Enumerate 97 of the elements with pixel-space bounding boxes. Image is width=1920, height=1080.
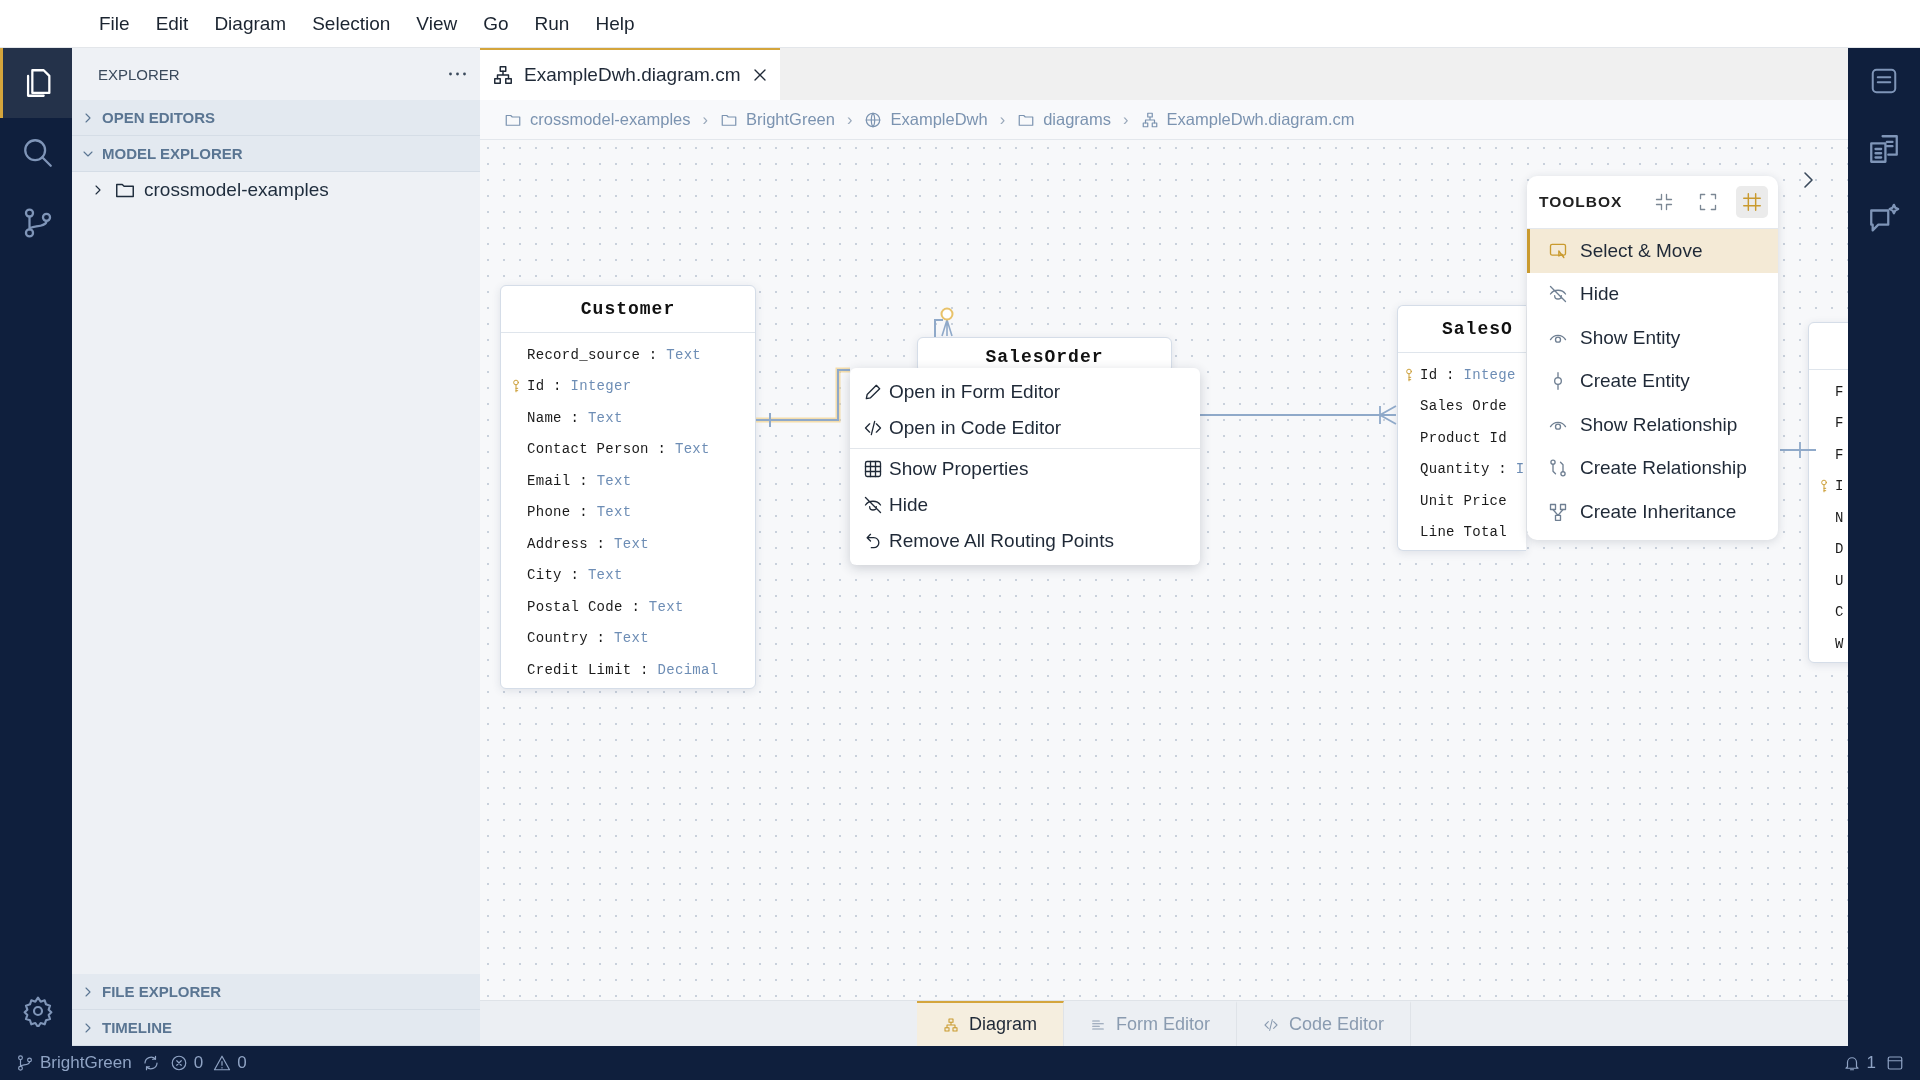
entity-attribute: F [1835, 383, 1844, 400]
error-count[interactable]: 0 [193, 1053, 204, 1073]
entity-attribute: Product Id [1420, 429, 1507, 446]
code-icon [1263, 1016, 1279, 1033]
entity-attribute: F [1835, 446, 1844, 463]
tool-item[interactable]: Hide [1527, 272, 1778, 316]
entity-attribute: Contact Person : Text [527, 441, 710, 458]
section-header[interactable]: OPEN EDITORS [72, 100, 480, 136]
grid-icon [1741, 191, 1763, 213]
connector-line [1780, 440, 1816, 460]
menu-item[interactable]: Show Properties [850, 451, 1200, 487]
code-icon [863, 418, 883, 438]
menu-item[interactable]: Open in Form Editor [850, 374, 1200, 410]
entity-attribute: I [1835, 478, 1844, 495]
collapse-icon [1654, 192, 1674, 212]
entity-attribute: Postal Code : Text [527, 598, 684, 615]
menu-item[interactable]: Edit [142, 8, 202, 39]
bell-icon [1842, 1054, 1861, 1072]
fork-icon [1548, 501, 1568, 522]
documents-icon [1867, 132, 1901, 166]
toolbox-title: TOOLBOX [1539, 193, 1624, 211]
breadcrumb-separator: › [845, 110, 854, 129]
branch-name[interactable]: BrightGreen [40, 1053, 132, 1073]
tool-item[interactable]: Create Inheritance [1527, 490, 1778, 534]
entity-attribute: Unit Price [1420, 492, 1507, 509]
entity-attribute: Email : Text [527, 472, 632, 489]
eye-slash-icon [1548, 284, 1568, 305]
entity-attribute: Line Total [1420, 524, 1507, 541]
menu-item[interactable]: Remove All Routing Points [850, 523, 1200, 559]
entity-attribute: D [1835, 541, 1844, 558]
entity-attribute: Country : Text [527, 630, 649, 647]
tool-item[interactable]: Select & Move [1527, 229, 1778, 273]
editor-tab[interactable]: ExampleDwh.diagram.cm [480, 48, 781, 100]
menu-item[interactable]: Hide [850, 487, 1200, 523]
tool-item[interactable]: Show Entity [1527, 316, 1778, 360]
hierarchy-icon [942, 1016, 959, 1033]
entity-attribute: Sales Orde [1420, 398, 1507, 415]
menu-item[interactable]: Open in Code Editor [850, 410, 1200, 446]
section-header[interactable]: TIMELINE [72, 1010, 480, 1046]
more-icon[interactable] [449, 72, 466, 76]
entity-attribute: Credit Limit : Decimal [527, 661, 719, 678]
hierarchy-icon [1140, 110, 1159, 129]
entity-attribute: C [1835, 604, 1844, 621]
hierarchy-icon [492, 64, 514, 86]
entity-attribute: Record_source : Text [527, 346, 702, 363]
menu-item[interactable]: Diagram [201, 8, 300, 39]
settings-icon [21, 995, 54, 1027]
expand-icon [1698, 192, 1718, 212]
entity-attribute: Quantity : I [1420, 461, 1525, 478]
globe-icon [864, 110, 883, 129]
entity-card[interactable]: Customer Record_source : Text Id : Integer Name : Text Contact Person : Text Email : Text Phone : Text Address : Text City : Text Postal Code : Text Country : Text Credit Limit : Decimal [500, 285, 756, 689]
tool-item[interactable]: Show Relationship [1527, 403, 1778, 447]
entity-attribute: Phone : Text [527, 504, 632, 521]
warning-count[interactable]: 0 [237, 1053, 247, 1073]
tool-item[interactable]: Create Relationship [1527, 446, 1778, 490]
entity-card[interactable]: SalesO Id : Intege Sales Orde Product Id Quantity : I Unit Price Line Total [1397, 305, 1526, 551]
outline-icon [1869, 66, 1899, 96]
menu-item[interactable]: Go [470, 8, 522, 39]
menu-item[interactable]: File [86, 8, 143, 39]
sync-icon [141, 1054, 160, 1072]
menu-item[interactable]: Run [521, 8, 583, 39]
panel-icon [1886, 1054, 1904, 1072]
activity-button[interactable] [0, 48, 72, 118]
breadcrumb-separator: › [998, 110, 1007, 129]
view-tab[interactable]: Diagram [916, 1001, 1064, 1046]
warning-icon [213, 1054, 232, 1072]
notification-count[interactable]: 1 [1866, 1053, 1876, 1073]
entity-attribute: Name : Text [527, 409, 623, 426]
entity-attribute: Id : Intege [1420, 366, 1516, 383]
entity-attribute: Address : Text [527, 535, 649, 552]
section-header[interactable]: MODEL EXPLORER [72, 136, 480, 172]
entity-attribute: U [1835, 572, 1844, 589]
entity-attribute: City : Text [527, 567, 623, 584]
error-icon [169, 1054, 188, 1072]
grid-toggle[interactable] [1736, 186, 1768, 218]
pencil-icon [863, 382, 883, 402]
arrows-circles-icon [1548, 458, 1568, 479]
entity-attribute: N [1835, 509, 1844, 526]
menu-item[interactable]: View [403, 8, 471, 39]
sidebar-title: EXPLORER [98, 65, 180, 83]
entity-attribute: Id : Integer [527, 378, 632, 395]
table-icon [863, 459, 883, 479]
entity-title: SalesO [1442, 319, 1513, 339]
menu-item[interactable]: Selection [299, 8, 404, 39]
tree-item[interactable]: crossmodel-examples [144, 179, 329, 201]
breadcrumb-separator: › [701, 110, 709, 129]
entity-card[interactable]: F F F I N D U C W [1808, 322, 1848, 663]
entity-attribute: F [1835, 415, 1844, 432]
entity-title: SalesOrder [985, 347, 1104, 367]
section-header[interactable]: FILE EXPLORER [72, 974, 480, 1010]
tool-item[interactable]: Create Entity [1527, 359, 1778, 403]
entity-attribute: W [1835, 635, 1844, 652]
menu-item[interactable]: Help [582, 8, 648, 39]
breadcrumb-separator: › [1122, 110, 1130, 129]
branch-icon [16, 1054, 34, 1072]
entity-title: Customer [580, 299, 676, 319]
eye-slash-icon [863, 495, 883, 515]
